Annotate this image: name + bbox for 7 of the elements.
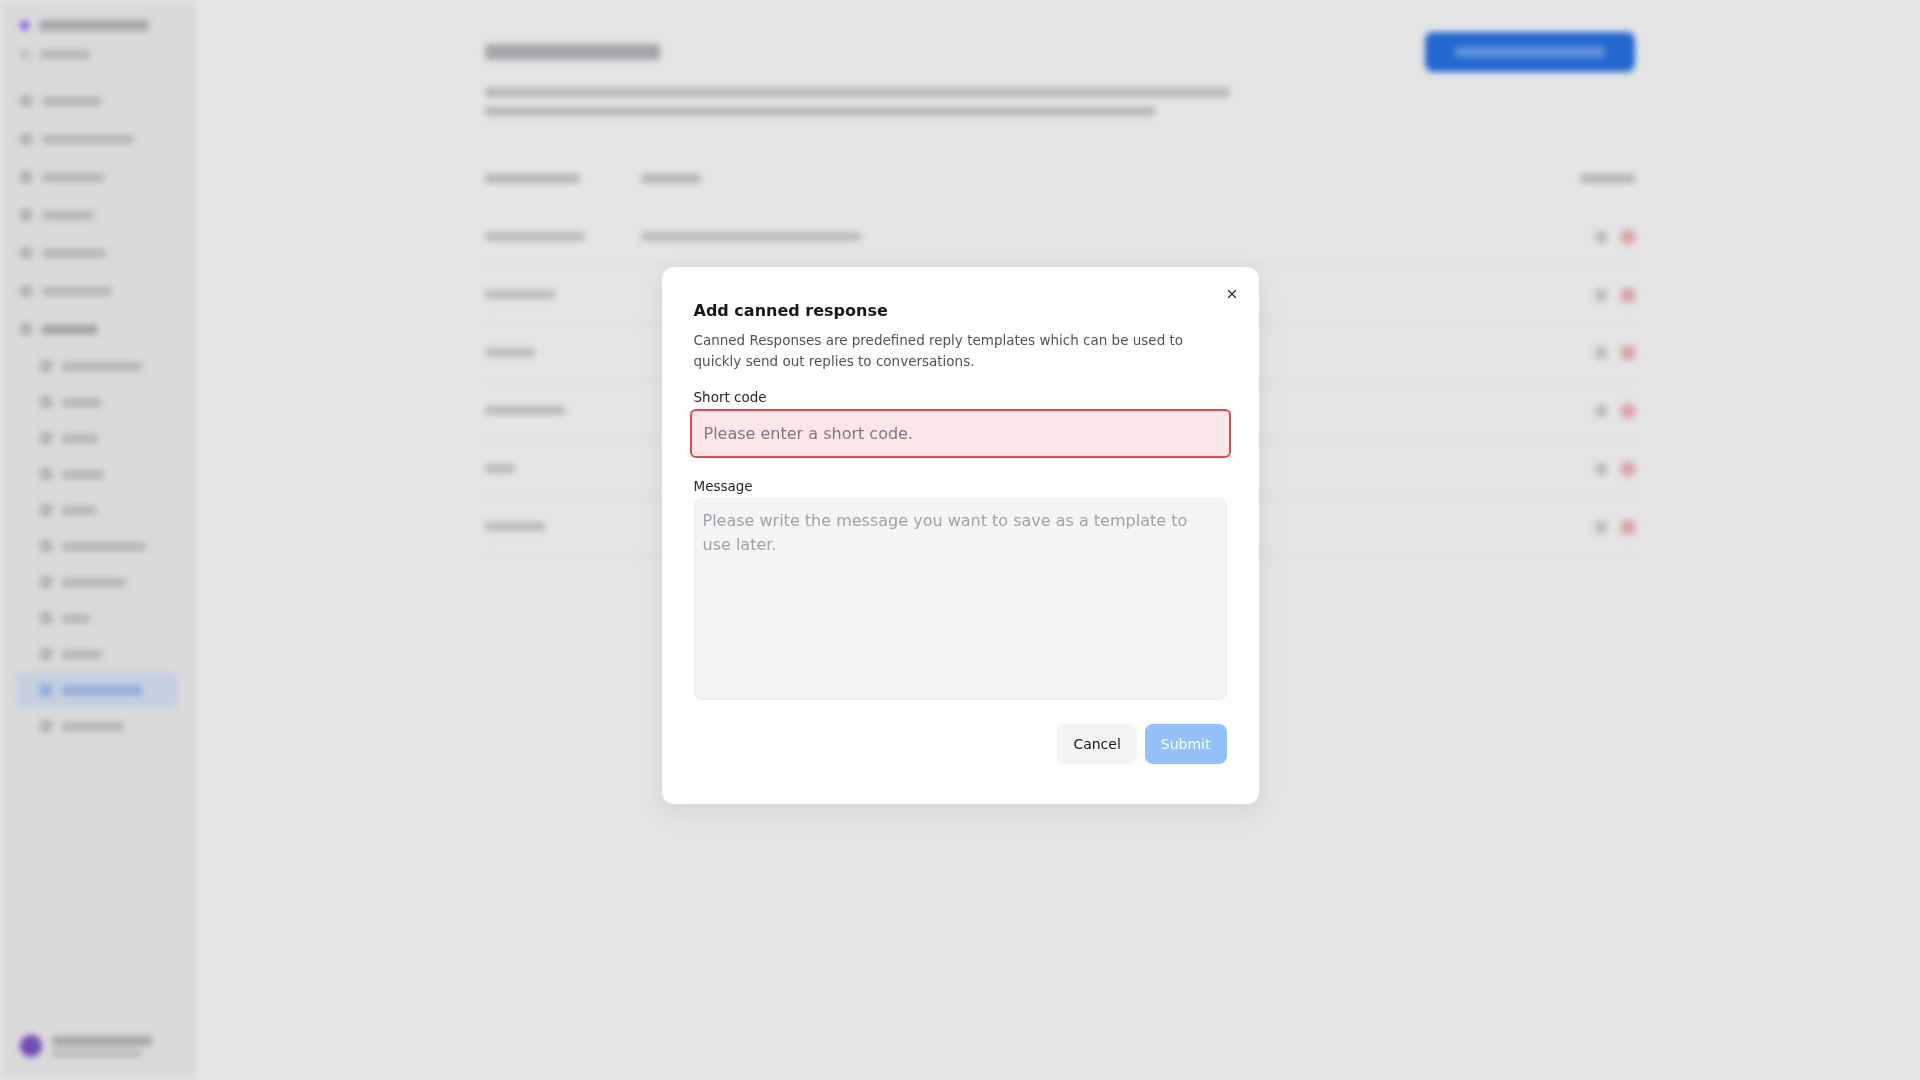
field-label: Short code xyxy=(693,388,768,405)
cancel-button[interactable]: Cancel xyxy=(1057,723,1137,764)
short-code-field[interactable]: Please enter a short code. xyxy=(689,408,1231,458)
field-label: Message xyxy=(693,477,754,494)
dialog-title: Add canned response xyxy=(693,301,889,321)
message-field[interactable]: Please write the message you want to save as a template to use later. xyxy=(693,497,1227,700)
dialog-description: Canned Responses are predefined reply templates which can be used to quickly send out replies to conversations. xyxy=(693,331,1185,371)
